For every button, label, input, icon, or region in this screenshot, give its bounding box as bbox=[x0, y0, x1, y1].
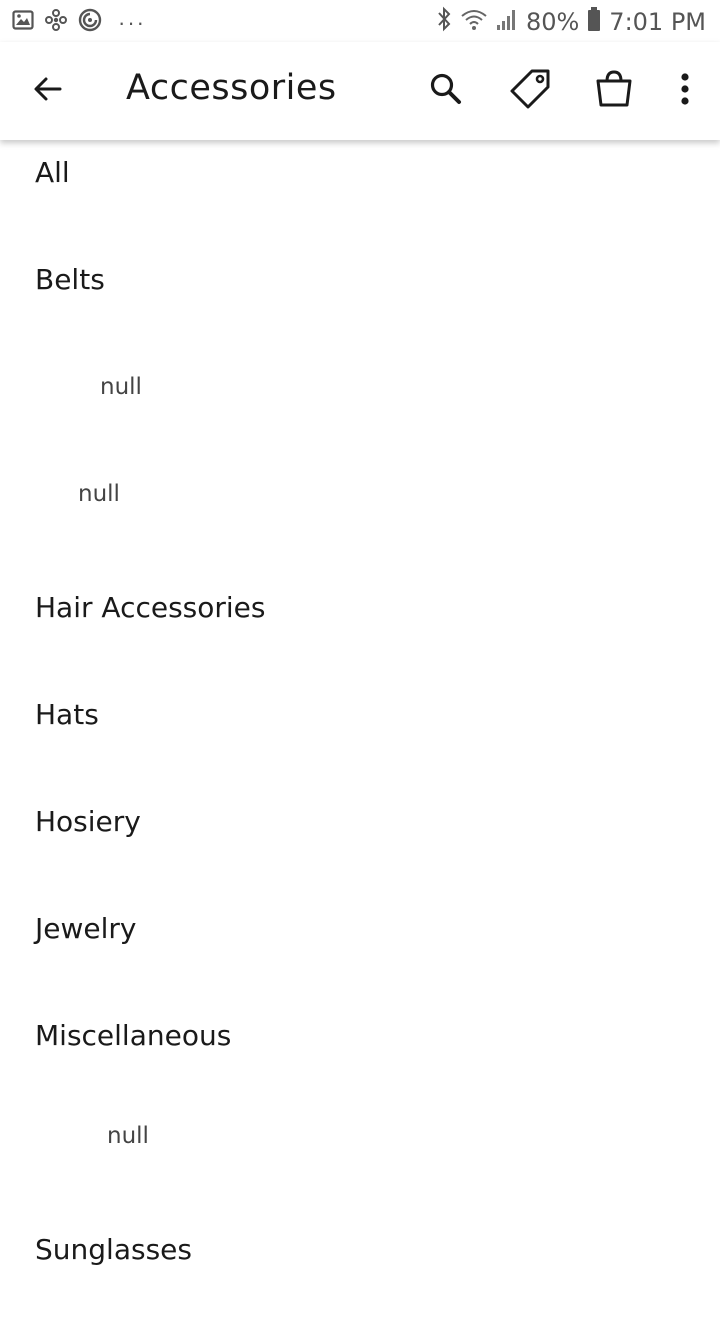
battery-icon bbox=[587, 6, 601, 37]
shopping-bag-button[interactable] bbox=[592, 69, 636, 113]
app-bar: Accessories bbox=[0, 42, 720, 140]
list-item-null[interactable]: null bbox=[0, 1110, 720, 1217]
more-notifications-indicator: ··· bbox=[118, 9, 146, 35]
clock-time: 7:01 PM bbox=[609, 7, 706, 36]
search-button[interactable] bbox=[424, 69, 468, 113]
battery-percentage: 80% bbox=[525, 7, 580, 36]
status-bar-system: 80% 7:01 PM bbox=[436, 6, 706, 37]
list-item-label: Jewelry bbox=[35, 912, 137, 945]
list-item-label: All bbox=[35, 156, 70, 189]
list-item-label: Hats bbox=[35, 698, 99, 731]
list-item-label: Hosiery bbox=[35, 805, 141, 838]
status-bar-notifications: ··· bbox=[12, 8, 146, 37]
shopping-bag-icon bbox=[594, 69, 634, 114]
price-tag-icon bbox=[508, 67, 552, 116]
list-item-label: Hair Accessories bbox=[35, 591, 266, 624]
list-item-all[interactable]: All bbox=[0, 140, 720, 247]
wifi-icon bbox=[460, 7, 488, 36]
list-item-null[interactable]: null bbox=[0, 461, 720, 568]
list-item-label: Belts bbox=[35, 263, 105, 296]
list-item-label: null bbox=[100, 374, 142, 400]
search-icon bbox=[429, 72, 463, 111]
page-title: Accessories bbox=[126, 68, 337, 108]
signal-icon bbox=[496, 7, 518, 36]
deals-button[interactable] bbox=[508, 69, 552, 113]
list-item-hats[interactable]: Hats bbox=[0, 682, 720, 789]
list-item-hair-accessories[interactable]: Hair Accessories bbox=[0, 575, 720, 682]
gallery-icon bbox=[12, 9, 34, 36]
list-item-label: null bbox=[78, 481, 120, 507]
list-item-label: Sunglasses bbox=[35, 1233, 192, 1266]
list-item-label: null bbox=[107, 1123, 149, 1149]
bluetooth-icon bbox=[436, 6, 452, 37]
list-item-jewelry[interactable]: Jewelry bbox=[0, 896, 720, 1003]
back-arrow-icon bbox=[32, 73, 64, 110]
pinwheel-icon bbox=[44, 8, 68, 37]
list-item-hosiery[interactable]: Hosiery bbox=[0, 789, 720, 896]
list-item-miscellaneous[interactable]: Miscellaneous bbox=[0, 1003, 720, 1110]
overflow-menu-button[interactable] bbox=[663, 69, 707, 113]
back-button[interactable] bbox=[26, 69, 70, 113]
list-item-sunglasses[interactable]: Sunglasses bbox=[0, 1217, 720, 1324]
list-item-label: Miscellaneous bbox=[35, 1019, 232, 1052]
status-bar: ··· 80% 7:01 PM bbox=[0, 0, 720, 42]
list-item-null[interactable]: null bbox=[0, 354, 720, 461]
list-item-belts[interactable]: Belts bbox=[0, 247, 720, 354]
more-vertical-icon bbox=[679, 72, 691, 111]
sync-circle-icon bbox=[78, 8, 102, 37]
